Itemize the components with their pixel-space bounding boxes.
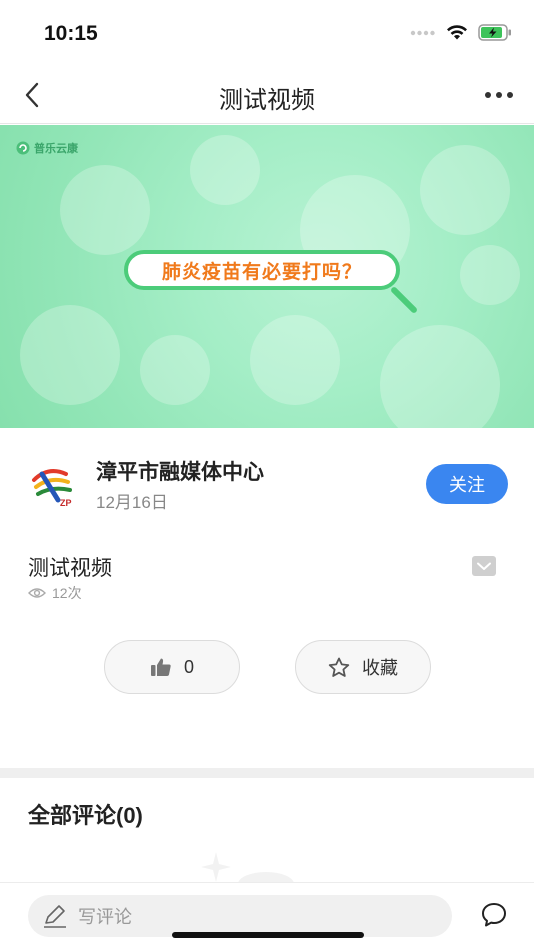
brand-name: 普乐云康 [34, 143, 78, 155]
view-count-text: 12次 [52, 585, 82, 601]
favorite-button[interactable]: 收藏 [295, 640, 431, 694]
expand-toggle[interactable] [472, 556, 496, 576]
page-title: 测试视频 [219, 87, 315, 114]
video-overlay-text: 肺炎疫苗有必要打吗？ [161, 261, 362, 283]
status-icons [410, 24, 512, 41]
svg-text:ZP: ZP [60, 498, 72, 508]
brand-logo: 普乐云康 [16, 140, 78, 156]
section-divider [0, 768, 534, 778]
comment-input[interactable]: 写评论 [28, 895, 452, 937]
author-logo-icon: ZP [32, 469, 72, 508]
video-title: 测试视频 [28, 557, 112, 580]
more-icon [485, 92, 513, 98]
magnifier-handle [389, 285, 419, 315]
brand-icon [16, 141, 30, 155]
like-button[interactable]: 0 [104, 640, 240, 694]
like-count: 0 [183, 656, 194, 677]
status-bar: 10:15 [0, 0, 534, 66]
bottom-bar: 写评论 [0, 882, 534, 950]
author-row: ZP 漳平市融媒体中心 12月16日 关注 [0, 428, 534, 538]
author-avatar[interactable]: ZP [28, 460, 78, 510]
signal-icon [410, 30, 435, 35]
home-indicator [172, 932, 364, 938]
star-icon [328, 657, 350, 677]
wifi-icon [447, 25, 467, 40]
view-count: 12次 [28, 583, 82, 603]
comment-placeholder: 写评论 [78, 907, 132, 927]
comments-title: 全部评论(0) [28, 803, 143, 828]
chat-bubble-icon[interactable] [480, 901, 508, 929]
video-player[interactable]: 普乐云康 肺炎疫苗有必要打吗？ [0, 125, 534, 428]
thumb-up-icon [150, 658, 171, 676]
status-time: 10:15 [44, 22, 98, 45]
eye-icon [28, 588, 46, 598]
chevron-down-icon [477, 562, 491, 570]
follow-button[interactable]: 关注 [426, 464, 508, 504]
author-name[interactable]: 漳平市融媒体中心 [96, 456, 264, 486]
publish-date: 12月16日 [96, 493, 168, 512]
nav-bar: 测试视频 [0, 66, 534, 124]
pencil-icon [44, 905, 66, 928]
video-overlay-pill: 肺炎疫苗有必要打吗？ [124, 250, 400, 290]
more-button[interactable] [482, 84, 516, 106]
favorite-label: 收藏 [362, 658, 398, 678]
battery-icon [478, 24, 511, 41]
